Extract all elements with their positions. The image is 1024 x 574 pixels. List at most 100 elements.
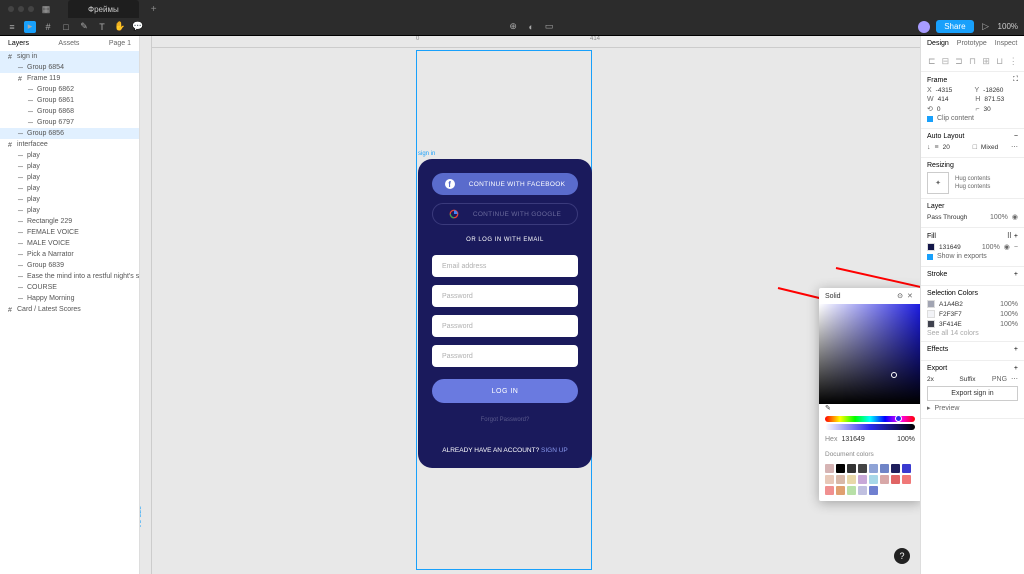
swatch[interactable] — [847, 475, 856, 484]
export-format[interactable]: PNG — [992, 376, 1007, 383]
page-selector[interactable]: Page 1 — [109, 40, 131, 47]
color-picker[interactable]: Solid ⊙ ✕ ✎ Hex 131649 100% Document col… — [819, 288, 920, 501]
design-tab[interactable]: Design — [927, 40, 949, 47]
fill-swatch[interactable] — [927, 243, 935, 251]
move-tool-icon[interactable]: ▸ — [24, 21, 36, 33]
fill-visibility-icon[interactable]: ◉ — [1004, 243, 1010, 251]
visibility-icon[interactable]: ◉ — [1012, 213, 1018, 221]
selcolor-hex[interactable]: A1A4B2 — [939, 301, 996, 308]
gap-input[interactable]: 20 — [943, 144, 969, 151]
distribute-icon[interactable]: ⋮ — [1008, 55, 1018, 67]
hex-input[interactable]: 131649 — [841, 436, 893, 443]
avatar[interactable] — [918, 21, 930, 33]
style-icon[interactable]: ⠿ — [1007, 233, 1012, 240]
layer-item[interactable]: ─play — [0, 194, 139, 205]
layer-item[interactable]: ─play — [0, 183, 139, 194]
selcolor-swatch[interactable] — [927, 300, 935, 308]
layer-item[interactable]: ─Group 6854 — [0, 62, 139, 73]
layer-item[interactable]: ─FEMALE VOICE — [0, 227, 139, 238]
present-icon[interactable]: ▷ — [980, 21, 992, 33]
layer-opacity[interactable]: 100% — [990, 214, 1008, 221]
password-input-1[interactable]: Password — [432, 285, 578, 307]
swatch[interactable] — [825, 486, 834, 495]
add-stroke-icon[interactable]: + — [1014, 271, 1018, 278]
layer-item[interactable]: ─play — [0, 150, 139, 161]
align-vcenter-icon[interactable]: ⊞ — [981, 55, 991, 67]
rotation-input[interactable]: 0 — [937, 106, 972, 113]
padding-input[interactable]: Mixed — [981, 144, 1007, 151]
mobile-frame[interactable]: fCONTINUE WITH FACEBOOK CONTINUE WITH GO… — [418, 159, 592, 468]
layer-item[interactable]: #Frame 119 — [0, 73, 139, 84]
layer-item[interactable]: ─MALE VOICE — [0, 238, 139, 249]
selcolor-swatch[interactable] — [927, 310, 935, 318]
comment-tool-icon[interactable]: 💬 — [132, 21, 144, 33]
align-top-icon[interactable]: ⊓ — [968, 55, 978, 67]
shape-tool-icon[interactable]: □ — [60, 21, 72, 33]
mask-icon[interactable]: ◐ — [525, 21, 537, 33]
eyedropper-icon[interactable]: ✎ — [825, 404, 831, 412]
window-controls[interactable] — [8, 6, 34, 12]
selcolor-hex[interactable]: F2F3F7 — [939, 311, 996, 318]
export-scale[interactable]: 2x — [927, 376, 955, 383]
help-button[interactable]: ? — [894, 548, 910, 564]
swatch[interactable] — [858, 486, 867, 495]
prototype-tab[interactable]: Prototype — [957, 40, 987, 47]
file-tab[interactable]: Фреймы — [68, 0, 139, 18]
share-button[interactable]: Share — [936, 20, 973, 33]
add-export-icon[interactable]: + — [1014, 365, 1018, 372]
remove-fill-icon[interactable]: − — [1014, 244, 1018, 251]
selcolor-hex[interactable]: 3F414E — [939, 321, 996, 328]
hue-slider[interactable] — [825, 416, 915, 422]
login-button[interactable]: LOG IN — [432, 379, 578, 403]
selcolor-opacity[interactable]: 100% — [1000, 321, 1018, 328]
align-right-icon[interactable]: ⊐ — [954, 55, 964, 67]
swatch[interactable] — [836, 464, 845, 473]
password-input-3[interactable]: Password — [432, 345, 578, 367]
hand-tool-icon[interactable]: ✋ — [114, 21, 126, 33]
layer-item[interactable]: ─play — [0, 161, 139, 172]
swatch[interactable] — [869, 486, 878, 495]
remove-autolayout-icon[interactable]: − — [1014, 133, 1018, 140]
layer-item[interactable]: ─Happy Morning — [0, 293, 139, 304]
color-field[interactable] — [819, 304, 920, 404]
color-cursor[interactable] — [891, 372, 897, 378]
export-more-icon[interactable]: ⋯ — [1011, 375, 1018, 383]
export-button[interactable]: Export sign in — [927, 386, 1018, 401]
align-hcenter-icon[interactable]: ⊟ — [941, 55, 951, 67]
swatch[interactable] — [869, 475, 878, 484]
swatch[interactable] — [902, 475, 911, 484]
layer-item[interactable]: ─play — [0, 172, 139, 183]
assets-tab[interactable]: Assets — [58, 40, 79, 47]
layer-item[interactable]: ─Group 6856 — [0, 128, 139, 139]
color-mode[interactable]: Solid — [825, 293, 841, 300]
y-input[interactable]: -18260 — [983, 87, 1018, 94]
align-bottom-icon[interactable]: ⊔ — [995, 55, 1005, 67]
layer-item[interactable]: ─Group 6861 — [0, 95, 139, 106]
layer-item[interactable]: ─Rectangle 229 — [0, 216, 139, 227]
close-icon[interactable]: ✕ — [907, 292, 915, 300]
zoom-level[interactable]: 100% — [998, 22, 1018, 31]
autolayout-more-icon[interactable]: ⋯ — [1011, 143, 1018, 151]
layer-item[interactable]: ─play — [0, 205, 139, 216]
layers-tab[interactable]: Layers — [8, 40, 29, 47]
layer-item[interactable]: ─COURSE — [0, 282, 139, 293]
selcolor-opacity[interactable]: 100% — [1000, 301, 1018, 308]
swatch[interactable] — [891, 464, 900, 473]
swatch[interactable] — [880, 475, 889, 484]
add-tab-icon[interactable]: + — [151, 4, 157, 15]
swatch[interactable] — [858, 464, 867, 473]
align-left-icon[interactable]: ⊏ — [927, 55, 937, 67]
inspect-tab[interactable]: Inspect — [995, 40, 1018, 47]
add-effect-icon[interactable]: + — [1014, 346, 1018, 353]
password-input-2[interactable]: Password — [432, 315, 578, 337]
swatch[interactable] — [836, 486, 845, 495]
radius-input[interactable]: 30 — [983, 106, 1018, 113]
swatch[interactable] — [825, 475, 834, 484]
email-input[interactable]: Email address — [432, 255, 578, 277]
fill-opacity[interactable]: 100% — [982, 244, 1000, 251]
figma-menu-icon[interactable]: ▦ — [40, 3, 52, 15]
align-icon[interactable]: ⊕ — [507, 21, 519, 33]
layer-item[interactable]: ─Pick a Narrator — [0, 249, 139, 260]
continue-facebook-button[interactable]: fCONTINUE WITH FACEBOOK — [432, 173, 578, 195]
swatch[interactable] — [847, 486, 856, 495]
